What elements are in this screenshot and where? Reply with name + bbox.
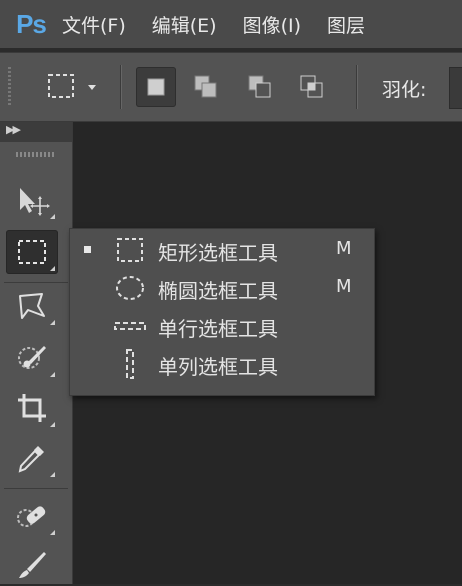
rect-marquee-tool[interactable] xyxy=(6,230,58,274)
quick-select-tool-icon xyxy=(18,346,46,369)
flyout-item-shortcut: M xyxy=(336,276,352,297)
expand-panel-icon[interactable]: ▶▶ xyxy=(6,123,21,136)
crop-tool-icon xyxy=(18,394,46,422)
menu-file[interactable]: 文件(F) xyxy=(62,11,126,38)
add-to-selection-button[interactable] xyxy=(186,67,226,107)
intersect-selection-button[interactable] xyxy=(292,67,332,107)
flyout-item-label: 矩形选框工具 xyxy=(158,241,278,265)
flyout-item-rect-marquee[interactable]: 矩形选框工具 M xyxy=(70,231,374,269)
flyout-item-single-row-marquee[interactable]: 单行选框工具 xyxy=(70,307,374,345)
ellipse-marquee-icon xyxy=(116,276,144,300)
crop-tool[interactable] xyxy=(6,386,58,430)
subtract-from-selection-button[interactable] xyxy=(240,67,280,107)
marquee-tools-flyout: 矩形选框工具 M 椭圆选框工具 M 单行选框工具 单列选框工具 xyxy=(69,228,375,396)
new-selection-icon xyxy=(147,78,165,96)
rect-marquee-tool-icon xyxy=(18,240,46,264)
brush-tool-icon xyxy=(19,552,46,578)
flyout-item-shortcut: M xyxy=(336,238,352,259)
flyout-item-single-column-marquee[interactable]: 单列选框工具 xyxy=(70,345,374,383)
lasso-tool-icon xyxy=(19,293,45,319)
flyout-item-label: 椭圆选框工具 xyxy=(158,279,278,303)
flyout-item-label: 单行选框工具 xyxy=(158,317,278,341)
move-tool[interactable] xyxy=(6,178,58,222)
toolbox: ▶▶ xyxy=(0,122,73,584)
new-selection-button[interactable] xyxy=(136,67,176,107)
options-separator xyxy=(120,65,121,109)
flyout-item-ellipse-marquee[interactable]: 椭圆选框工具 M xyxy=(70,269,374,307)
rect-marquee-icon xyxy=(48,74,96,98)
quick-select-tool[interactable] xyxy=(6,336,58,380)
rect-marquee-icon xyxy=(117,238,143,262)
add-to-selection-icon xyxy=(194,75,217,98)
intersect-selection-icon xyxy=(300,75,323,98)
options-separator xyxy=(356,65,357,109)
app-logo: Ps xyxy=(16,8,47,39)
menu-image[interactable]: 图像(I) xyxy=(243,11,301,38)
brush-tool[interactable] xyxy=(6,542,58,586)
menu-bar: Ps 文件(F) 编辑(E) 图像(I) 图层 xyxy=(0,0,462,48)
feather-label: 羽化: xyxy=(382,79,427,101)
healing-brush-tool-icon xyxy=(17,506,46,527)
move-tool-icon xyxy=(20,188,50,216)
subtract-from-selection-icon xyxy=(248,75,271,98)
healing-brush-tool[interactable] xyxy=(6,494,58,538)
selected-bullet-icon xyxy=(84,246,91,253)
toolbox-header[interactable]: ▶▶ xyxy=(0,122,72,142)
feather-input[interactable] xyxy=(449,67,462,109)
options-bar: 羽化: xyxy=(0,52,462,122)
single-row-marquee-icon xyxy=(114,322,146,330)
single-column-marquee-icon xyxy=(126,349,134,379)
options-bar-grip[interactable] xyxy=(8,67,11,107)
flyout-item-label: 单列选框工具 xyxy=(158,355,278,379)
eyedropper-tool-icon xyxy=(18,446,44,473)
menu-layer[interactable]: 图层 xyxy=(327,11,365,38)
lasso-tool[interactable] xyxy=(6,284,58,328)
eyedropper-tool[interactable] xyxy=(6,436,58,480)
toolbox-grip[interactable] xyxy=(16,152,56,157)
menu-edit[interactable]: 编辑(E) xyxy=(152,11,217,38)
tool-preset-picker[interactable] xyxy=(38,67,108,107)
